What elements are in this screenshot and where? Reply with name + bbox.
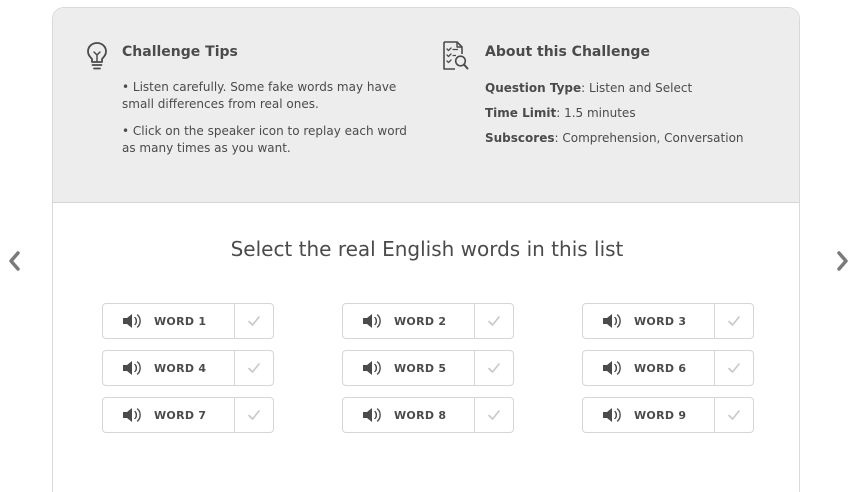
word-label: WORD 9 [634, 408, 687, 422]
speaker-icon [363, 314, 381, 328]
checkmark-icon [488, 316, 500, 326]
about-heading: About this Challenge [485, 44, 650, 60]
word-option: WORD 2 [342, 303, 514, 339]
play-word-button[interactable]: WORD 8 [343, 398, 475, 432]
play-word-button[interactable]: WORD 3 [583, 304, 715, 338]
word-option: WORD 6 [582, 350, 754, 386]
subscores-label: Subscores [485, 131, 555, 145]
word-option: WORD 8 [342, 397, 514, 433]
time-limit-row: Time Limit: 1.5 minutes [485, 106, 636, 120]
chevron-right-icon [837, 251, 848, 271]
question-prompt: Select the real English words in this li… [230, 237, 624, 261]
word-label: WORD 4 [154, 361, 207, 375]
question-type-row: Question Type: Listen and Select [485, 81, 692, 95]
checkmark-icon [728, 316, 740, 326]
word-option: WORD 4 [102, 350, 274, 386]
play-word-button[interactable]: WORD 9 [583, 398, 715, 432]
checkmark-icon [728, 410, 740, 420]
play-word-button[interactable]: WORD 2 [343, 304, 475, 338]
challenge-card: Challenge Tips • Listen carefully. Some … [52, 7, 800, 492]
tip-item: • Click on the speaker icon to replay ea… [122, 124, 407, 155]
select-word-checkbox[interactable] [475, 351, 513, 385]
question-type-label: Question Type [485, 81, 582, 95]
checkmark-icon [248, 410, 260, 420]
word-option: WORD 1 [102, 303, 274, 339]
chevron-left-icon [9, 251, 20, 271]
select-word-checkbox[interactable] [715, 351, 753, 385]
speaker-icon [363, 408, 381, 422]
select-word-checkbox[interactable] [235, 304, 273, 338]
play-word-button[interactable]: WORD 5 [343, 351, 475, 385]
select-word-checkbox[interactable] [235, 398, 273, 432]
checkmark-icon [488, 363, 500, 373]
speaker-icon [603, 408, 621, 422]
info-panel: Challenge Tips • Listen carefully. Some … [53, 8, 799, 203]
word-label: WORD 3 [634, 314, 687, 328]
word-option: WORD 9 [582, 397, 754, 433]
speaker-icon [123, 408, 141, 422]
select-word-checkbox[interactable] [715, 398, 753, 432]
time-limit-value: : 1.5 minutes [556, 106, 636, 120]
checkmark-icon [248, 316, 260, 326]
previous-button[interactable] [4, 247, 24, 275]
word-option: WORD 5 [342, 350, 514, 386]
challenge-screen: Challenge Tips • Listen carefully. Some … [0, 0, 852, 492]
word-label: WORD 7 [154, 408, 207, 422]
speaker-icon [603, 314, 621, 328]
checkmark-icon [488, 410, 500, 420]
tips-heading: Challenge Tips [122, 44, 238, 60]
play-word-button[interactable]: WORD 6 [583, 351, 715, 385]
question-type-value: : Listen and Select [581, 81, 693, 95]
word-label: WORD 6 [634, 361, 687, 375]
speaker-icon [123, 314, 141, 328]
speaker-icon [363, 361, 381, 375]
time-limit-label: Time Limit [485, 106, 557, 120]
select-word-checkbox[interactable] [475, 398, 513, 432]
tip-item: • Listen carefully. Some fake words may … [122, 80, 397, 111]
checkmark-icon [248, 363, 260, 373]
word-label: WORD 1 [154, 314, 207, 328]
select-word-checkbox[interactable] [235, 351, 273, 385]
select-word-checkbox[interactable] [715, 304, 753, 338]
word-label: WORD 2 [394, 314, 447, 328]
next-button[interactable] [833, 247, 852, 275]
play-word-button[interactable]: WORD 1 [103, 304, 235, 338]
play-word-button[interactable]: WORD 4 [103, 351, 235, 385]
word-label: WORD 5 [394, 361, 447, 375]
speaker-icon [123, 361, 141, 375]
play-word-button[interactable]: WORD 7 [103, 398, 235, 432]
word-label: WORD 8 [394, 408, 447, 422]
tips-list: • Listen carefully. Some fake words may … [122, 79, 412, 167]
speaker-icon [603, 361, 621, 375]
lightbulb-icon [87, 42, 107, 70]
word-option: WORD 7 [102, 397, 274, 433]
select-word-checkbox[interactable] [475, 304, 513, 338]
subscores-row: Subscores: Comprehension, Conversation [485, 131, 744, 145]
word-option: WORD 3 [582, 303, 754, 339]
checkmark-icon [728, 363, 740, 373]
subscores-value: : Comprehension, Conversation [554, 131, 744, 145]
checklist-search-icon [443, 41, 469, 70]
